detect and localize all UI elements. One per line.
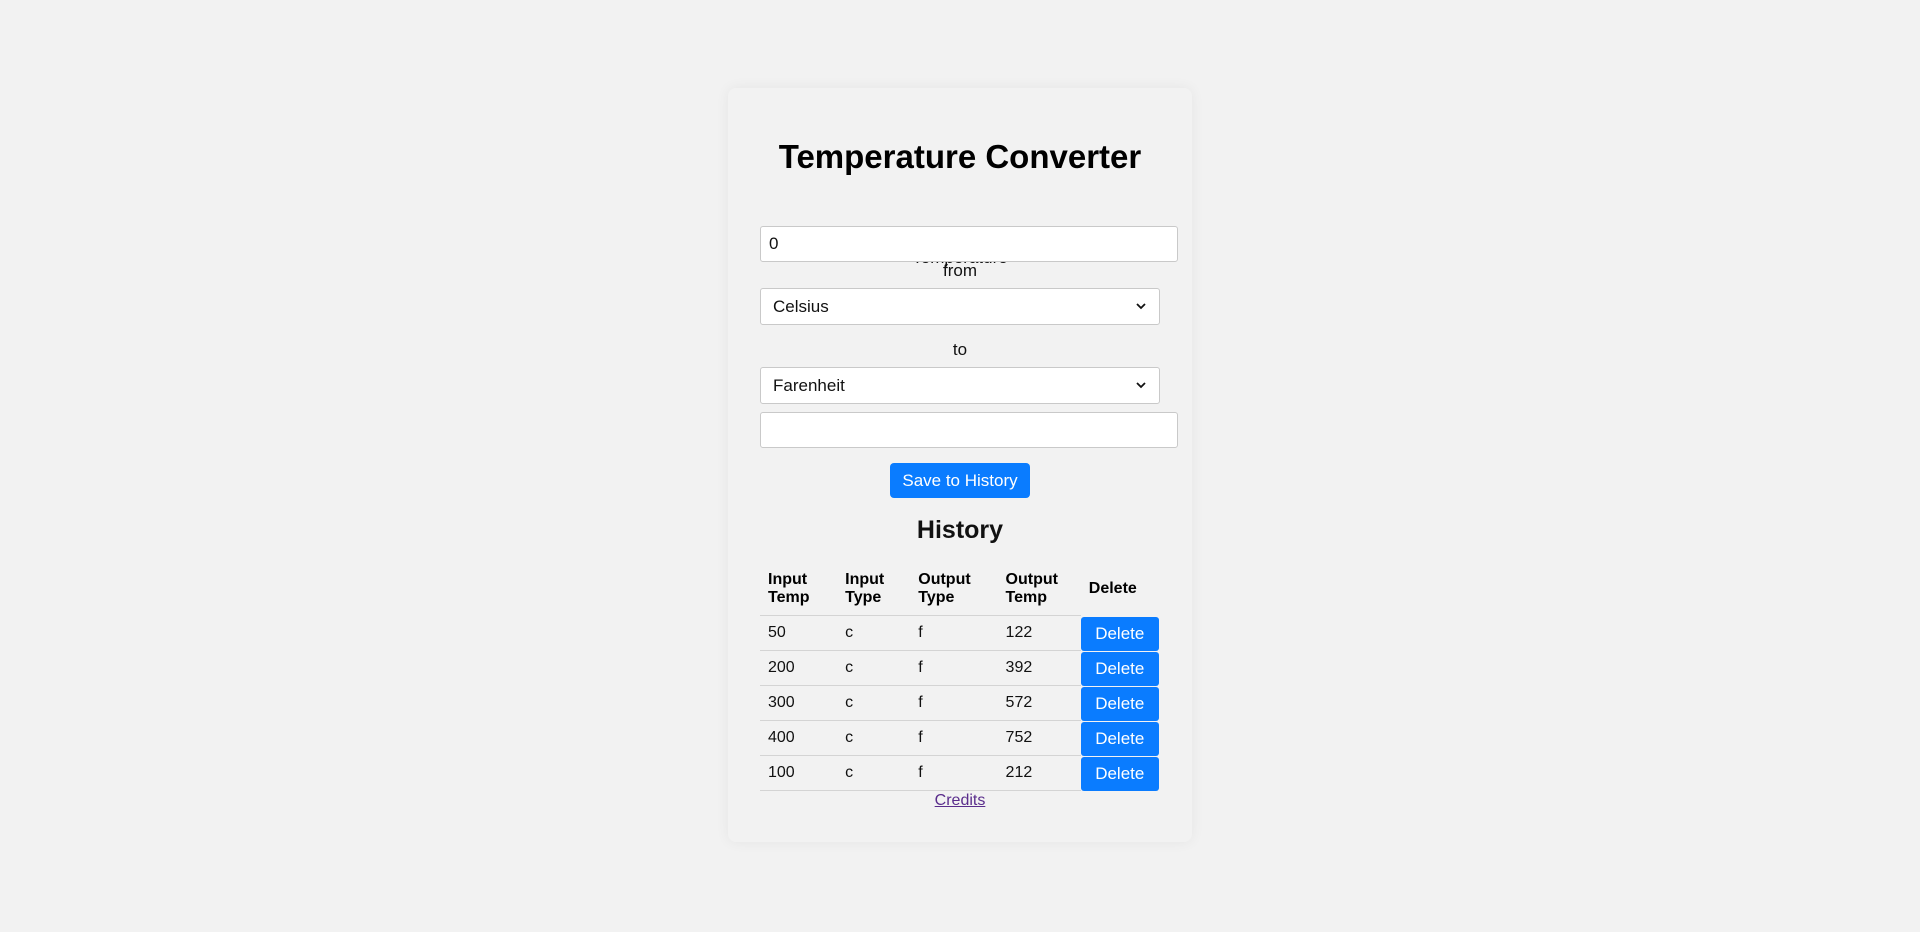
cell-output-type: f xyxy=(910,615,998,651)
cell-output-type: f xyxy=(910,650,998,686)
to-unit-select[interactable]: Farenheit xyxy=(760,367,1160,404)
converter-card: Temperature Converter Temperature from C… xyxy=(728,88,1192,842)
delete-button[interactable]: Delete xyxy=(1080,616,1159,651)
delete-button[interactable]: Delete xyxy=(1080,756,1159,791)
cell-input-temp: 300 xyxy=(760,685,838,721)
column-header-output-type: Output Type xyxy=(910,563,998,616)
column-header-input-temp: Input Temp xyxy=(760,563,838,616)
cell-input-temp: 100 xyxy=(760,755,838,791)
credits-link[interactable]: Credits xyxy=(728,792,1192,810)
cell-input-type: c xyxy=(837,720,911,756)
cell-output-temp: 212 xyxy=(997,755,1081,791)
cell-input-type: c xyxy=(837,755,911,791)
cell-output-temp: 392 xyxy=(997,650,1081,686)
cell-output-type: f xyxy=(910,720,998,756)
history-heading: History xyxy=(916,516,1004,544)
from-unit-selected: Celsius xyxy=(773,296,829,316)
column-header-output-temp: Output Temp xyxy=(997,563,1081,616)
table-header-row: Input Temp Input Type Output Type Output… xyxy=(760,563,1160,616)
save-to-history-button[interactable]: Save to History xyxy=(890,463,1030,498)
table-row: 50 c f 122 Delete xyxy=(760,615,1160,651)
cell-delete: Delete xyxy=(1080,616,1160,651)
table-row: 200 c f 392 Delete xyxy=(760,650,1160,686)
cell-input-type: c xyxy=(837,685,911,721)
history-table: Input Temp Input Type Output Type Output… xyxy=(760,563,1160,791)
delete-button[interactable]: Delete xyxy=(1080,721,1159,756)
cell-input-temp: 50 xyxy=(760,615,838,651)
cell-input-temp: 200 xyxy=(760,650,838,686)
delete-button[interactable]: Delete xyxy=(1080,651,1159,686)
cell-delete: Delete xyxy=(1080,651,1160,686)
from-label: from xyxy=(943,261,977,280)
cell-output-temp: 122 xyxy=(997,615,1081,651)
cell-delete: Delete xyxy=(1080,686,1160,721)
cell-input-type: c xyxy=(837,650,911,686)
cell-output-temp: 572 xyxy=(997,685,1081,721)
cell-output-type: f xyxy=(910,685,998,721)
temperature-input[interactable] xyxy=(760,226,1178,262)
from-unit-select[interactable]: Celsius xyxy=(760,288,1160,325)
cell-delete: Delete xyxy=(1080,756,1160,791)
table-row: 100 c f 212 Delete xyxy=(760,755,1160,791)
page-title: Temperature Converter xyxy=(778,138,1142,175)
chevron-down-icon xyxy=(1135,380,1147,392)
table-row: 400 c f 752 Delete xyxy=(760,720,1160,756)
column-header-delete: Delete xyxy=(1080,563,1160,616)
result-output-field[interactable] xyxy=(760,412,1178,448)
cell-input-type: c xyxy=(837,615,911,651)
column-header-input-type: Input Type xyxy=(837,563,911,616)
to-label: to xyxy=(952,340,968,359)
table-row: 300 c f 572 Delete xyxy=(760,685,1160,721)
cell-output-temp: 752 xyxy=(997,720,1081,756)
cell-delete: Delete xyxy=(1080,721,1160,756)
to-unit-selected: Farenheit xyxy=(773,375,845,395)
cell-output-type: f xyxy=(910,755,998,791)
chevron-down-icon xyxy=(1135,301,1147,313)
delete-button[interactable]: Delete xyxy=(1080,686,1159,721)
cell-input-temp: 400 xyxy=(760,720,838,756)
